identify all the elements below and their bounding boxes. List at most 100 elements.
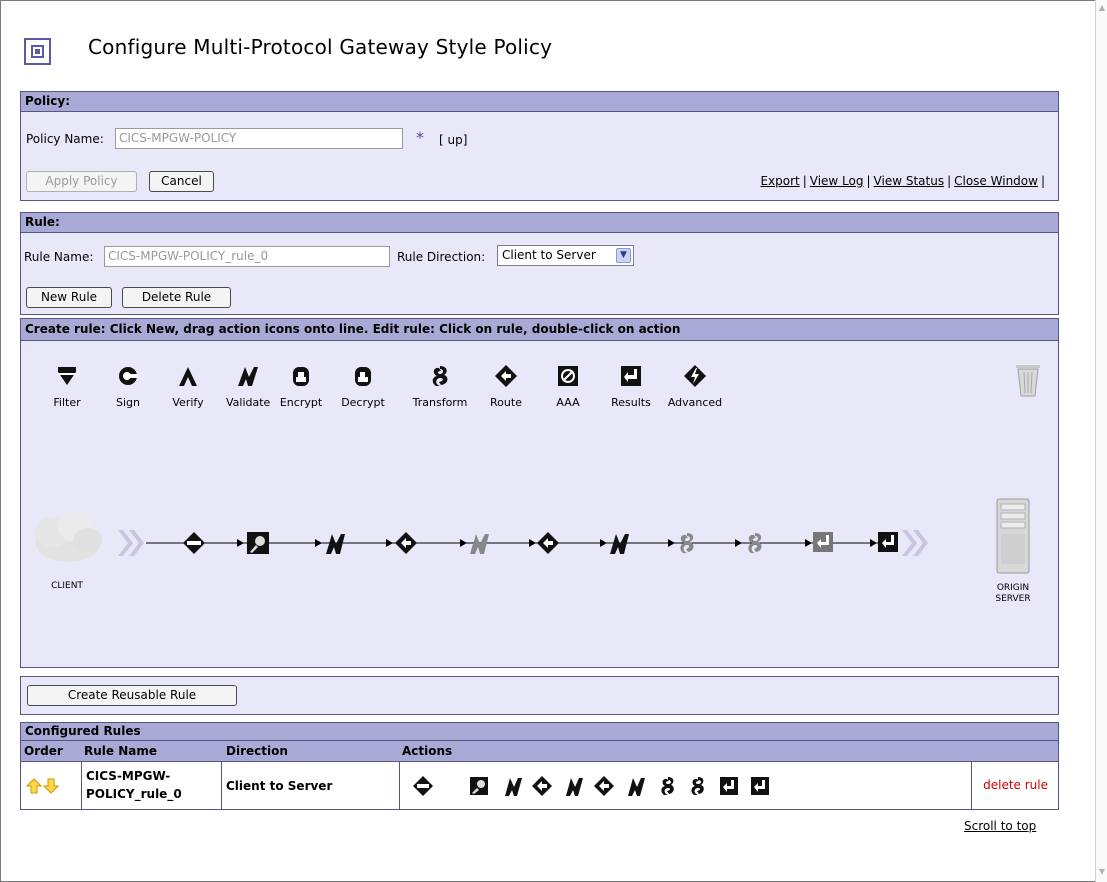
policy-links: Export | View Log | View Status | Close Window… [760,174,1045,188]
configured-rules-header: Configured Rules [20,722,1059,741]
arrow-down-icon[interactable] [43,778,59,794]
transform-icon [432,366,448,386]
palette-results-label: Results [611,396,651,409]
palette-results[interactable]: Results [608,363,654,409]
rule-pipeline[interactable] [110,520,930,566]
pipeline-start-chevron [118,530,144,556]
action-route-icon[interactable] [532,776,552,796]
pipeline-end-chevron [902,530,928,556]
pipeline-route-icon-2[interactable] [537,532,559,554]
palette-advanced[interactable]: Advanced [664,363,726,409]
view-status-link[interactable]: View Status [874,174,945,188]
rule-name-line-1: CICS-MPGW- [86,769,171,783]
pipeline-results-icon-2[interactable] [878,532,898,552]
palette-filter-label: Filter [53,396,81,409]
palette-transform-label: Transform [412,396,468,409]
action-results-icon-2[interactable] [751,777,769,795]
trash-icon[interactable] [1013,362,1043,398]
editor-instructions: Create rule: Click New, drag action icon… [20,318,1059,341]
palette-filter[interactable]: Filter [49,363,85,409]
scroll-to-top-link[interactable]: Scroll to top [964,819,1036,833]
filter-icon [58,367,76,385]
export-link[interactable]: Export [760,174,799,188]
palette-route[interactable]: Route [487,363,525,409]
palette-transform[interactable]: Transform [409,363,471,409]
create-reusable-rule-button[interactable]: Create Reusable Rule [27,685,237,706]
vertical-scrollbar[interactable]: ▲ ▼ [1095,0,1107,882]
rule-section-header: Rule: [20,212,1059,233]
palette-advanced-label: Advanced [667,396,723,409]
validate-icon [238,367,258,386]
rule-name-line-2: POLICY_rule_0 [86,787,182,801]
pipeline-fetch-icon[interactable] [247,532,269,554]
direction-cell: Client to Server [222,762,400,809]
arrow-up-icon[interactable] [26,778,42,794]
action-transform-icon[interactable] [661,777,674,795]
palette-validate[interactable]: Validate [226,363,270,409]
client-cloud-icon [35,512,102,562]
scroll-up-icon[interactable]: ▲ [1098,4,1106,12]
table-row[interactable]: CICS-MPGW- POLICY_rule_0 Client to Serve… [20,762,1059,810]
page-title: Configure Multi-Protocol Gateway Style P… [88,35,553,59]
palette-aaa-label: AAA [556,396,580,409]
client-label: CLIENT [51,581,83,591]
action-transform-icon-2[interactable] [691,777,704,795]
rule-name-cell[interactable]: CICS-MPGW- POLICY_rule_0 [82,762,222,809]
policy-section-header: Policy: [20,91,1059,112]
column-actions: Actions [402,744,453,758]
close-window-link[interactable]: Close Window [954,174,1038,188]
encrypt-icon [293,367,309,386]
scroll-down-icon[interactable]: ▼ [1098,868,1106,876]
palette-decrypt[interactable]: Decrypt [339,363,387,409]
palette-route-label: Route [490,396,522,409]
delete-rule-link[interactable]: delete rule [983,778,1048,792]
pipeline-validate-icon-2[interactable] [470,534,489,554]
palette-decrypt-label: Decrypt [341,396,385,409]
rule-panel: Rule Name: CICS-MPGW-POLICY_rule_0 Rule … [20,233,1059,315]
column-order: Order [24,744,63,758]
pipeline-validate-icon-3[interactable] [610,534,629,554]
pipeline-results-icon[interactable] [813,532,833,552]
view-log-link[interactable]: View Log [810,174,864,188]
pipeline-match-icon[interactable] [183,532,205,554]
actions-cell [400,762,972,809]
advanced-icon [684,365,706,387]
sign-icon [119,367,138,385]
order-cell [21,762,82,809]
rule-direction-select[interactable]: Client to Server ▼ [497,245,634,266]
new-rule-button[interactable]: New Rule [26,287,112,308]
pipeline-route-icon[interactable] [395,532,417,554]
origin-server-label-1: ORIGIN [996,583,1030,593]
chevron-down-icon[interactable]: ▼ [616,248,631,263]
action-validate-icon-3[interactable] [628,778,645,796]
rule-direction-label: Rule Direction: [397,250,486,264]
palette-encrypt[interactable]: Encrypt [278,363,324,409]
action-route-icon-2[interactable] [594,776,614,796]
action-fetch-icon[interactable] [470,777,488,795]
reusable-rule-panel: Create Reusable Rule [20,676,1059,715]
apply-policy-button[interactable]: Apply Policy [26,171,137,192]
rule-name-label: Rule Name: [24,250,94,264]
palette-aaa[interactable]: AAA [550,363,586,409]
policy-name-field[interactable]: CICS-MPGW-POLICY [115,128,403,149]
palette-encrypt-label: Encrypt [279,396,323,409]
cancel-button[interactable]: Cancel [149,171,214,192]
action-validate-icon-2[interactable] [566,778,583,796]
action-validate-icon[interactable] [505,778,522,796]
column-rule-name: Rule Name [84,744,157,758]
verify-icon [179,367,197,386]
policy-panel: Policy Name: CICS-MPGW-POLICY * [ up] Ap… [20,112,1059,201]
action-match-icon[interactable] [413,776,433,796]
origin-server-icon [996,498,1030,574]
palette-sign[interactable]: Sign [110,363,146,409]
delete-rule-button[interactable]: Delete Rule [122,287,231,308]
origin-server-label-2: SERVER [995,594,1031,604]
palette-sign-label: Sign [116,396,140,409]
rule-direction-value: Client to Server [502,248,596,262]
rule-name-field[interactable]: CICS-MPGW-POLICY_rule_0 [104,246,390,267]
palette-verify[interactable]: Verify [170,363,206,409]
configured-rules-columns: Order Rule Name Direction Actions [20,741,1059,762]
action-results-icon[interactable] [720,777,738,795]
decrypt-icon [355,367,371,386]
pipeline-validate-icon[interactable] [326,534,345,554]
